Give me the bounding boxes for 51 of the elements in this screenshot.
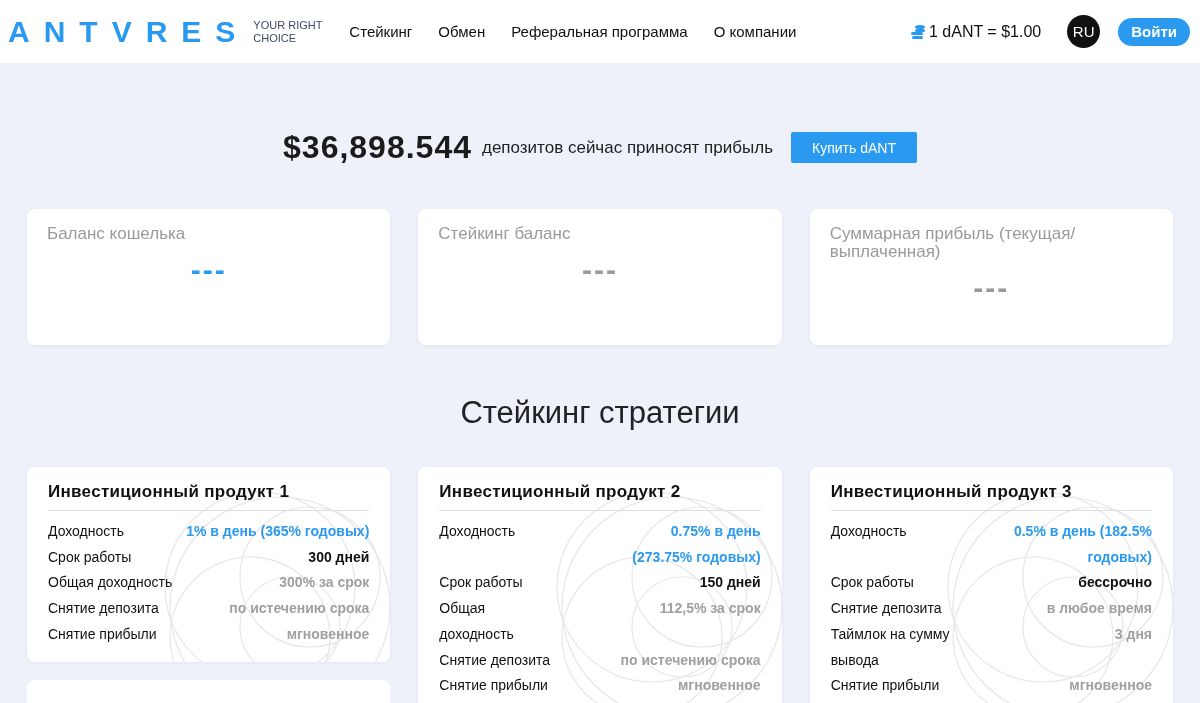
nav-link[interactable]: О компании: [713, 23, 797, 40]
row-label: Снятие прибыли: [439, 676, 549, 696]
row-value: 112,5% за срок: [659, 599, 761, 619]
row-label: Общая доходность: [439, 599, 515, 644]
product-title: Инвестиционный продукт 1: [48, 482, 370, 511]
row-value: 300 дней: [308, 547, 370, 567]
exchange-rate: 1 dANT = $1.00: [928, 22, 1042, 41]
balance-value: ---: [189, 253, 228, 287]
deposit-caption: депозитов сейчас приносят прибыль: [482, 137, 773, 158]
row-value: мгновенное: [286, 624, 370, 644]
tagline: CHOICE: [253, 31, 298, 45]
row-label: Срок работы: [48, 547, 133, 567]
row-value: бессрочно: [1078, 573, 1152, 593]
balance-title: Стейкинг баланс: [438, 225, 572, 243]
balance-value: ---: [972, 271, 1011, 305]
row-label: Срок работы: [830, 573, 915, 593]
balance-title: Суммарная прибыль (текущая/ выплаченная): [829, 225, 1077, 261]
row-value: 0.5% в день (182.5% годовых): [1012, 522, 1152, 567]
row-label: Доходность: [439, 522, 517, 541]
product-title: Инвестиционный продукт 3: [830, 482, 1152, 511]
nav-link[interactable]: Реферальная программа: [511, 23, 688, 40]
row-label: Таймлок на сумму вывода: [830, 624, 951, 670]
nav-link[interactable]: Обмен: [438, 23, 486, 40]
row-value: мгновенное: [1069, 676, 1152, 696]
row-label: Снятие прибыли: [48, 624, 158, 644]
nav-link[interactable]: Стейкинг: [349, 23, 413, 40]
row-label: Снятие прибыли: [830, 676, 941, 696]
coins-icon: [909, 23, 926, 40]
row-value: 3 дня: [1114, 624, 1152, 644]
balance-value: ---: [581, 253, 619, 287]
row-label: Срок работы: [439, 573, 524, 593]
row-label: Снятие депозита: [48, 599, 160, 619]
row-value: 300% за срок: [279, 573, 370, 593]
row-label: Общая доходность: [48, 573, 173, 593]
row-value: 1% в день (365% годовых): [186, 522, 370, 541]
row-value: в любое время: [1046, 599, 1152, 619]
row-value: мгновенное: [678, 676, 761, 696]
language-button[interactable]: RU: [1067, 15, 1101, 48]
row-label: Снятие депозита: [830, 599, 943, 619]
section-title: Стейкинг стратегии: [459, 395, 741, 431]
row-value: по истечению срока: [229, 599, 370, 619]
row-value: 0.75% в день (273.75% годовых): [631, 522, 761, 567]
deposit-amount: $36,898.544: [283, 129, 472, 166]
row-label: Снятие депозита: [439, 650, 552, 670]
row-label: Доходность: [48, 522, 125, 541]
row-value: по истечению срока: [620, 650, 761, 670]
tagline: YOUR RIGHT: [253, 18, 324, 32]
row-label: Доходность: [830, 522, 908, 541]
product-title: Инвестиционный продукт 2: [439, 482, 761, 511]
row-value: 150 дней: [699, 573, 761, 593]
balance-title: Баланс кошелька: [47, 225, 187, 243]
